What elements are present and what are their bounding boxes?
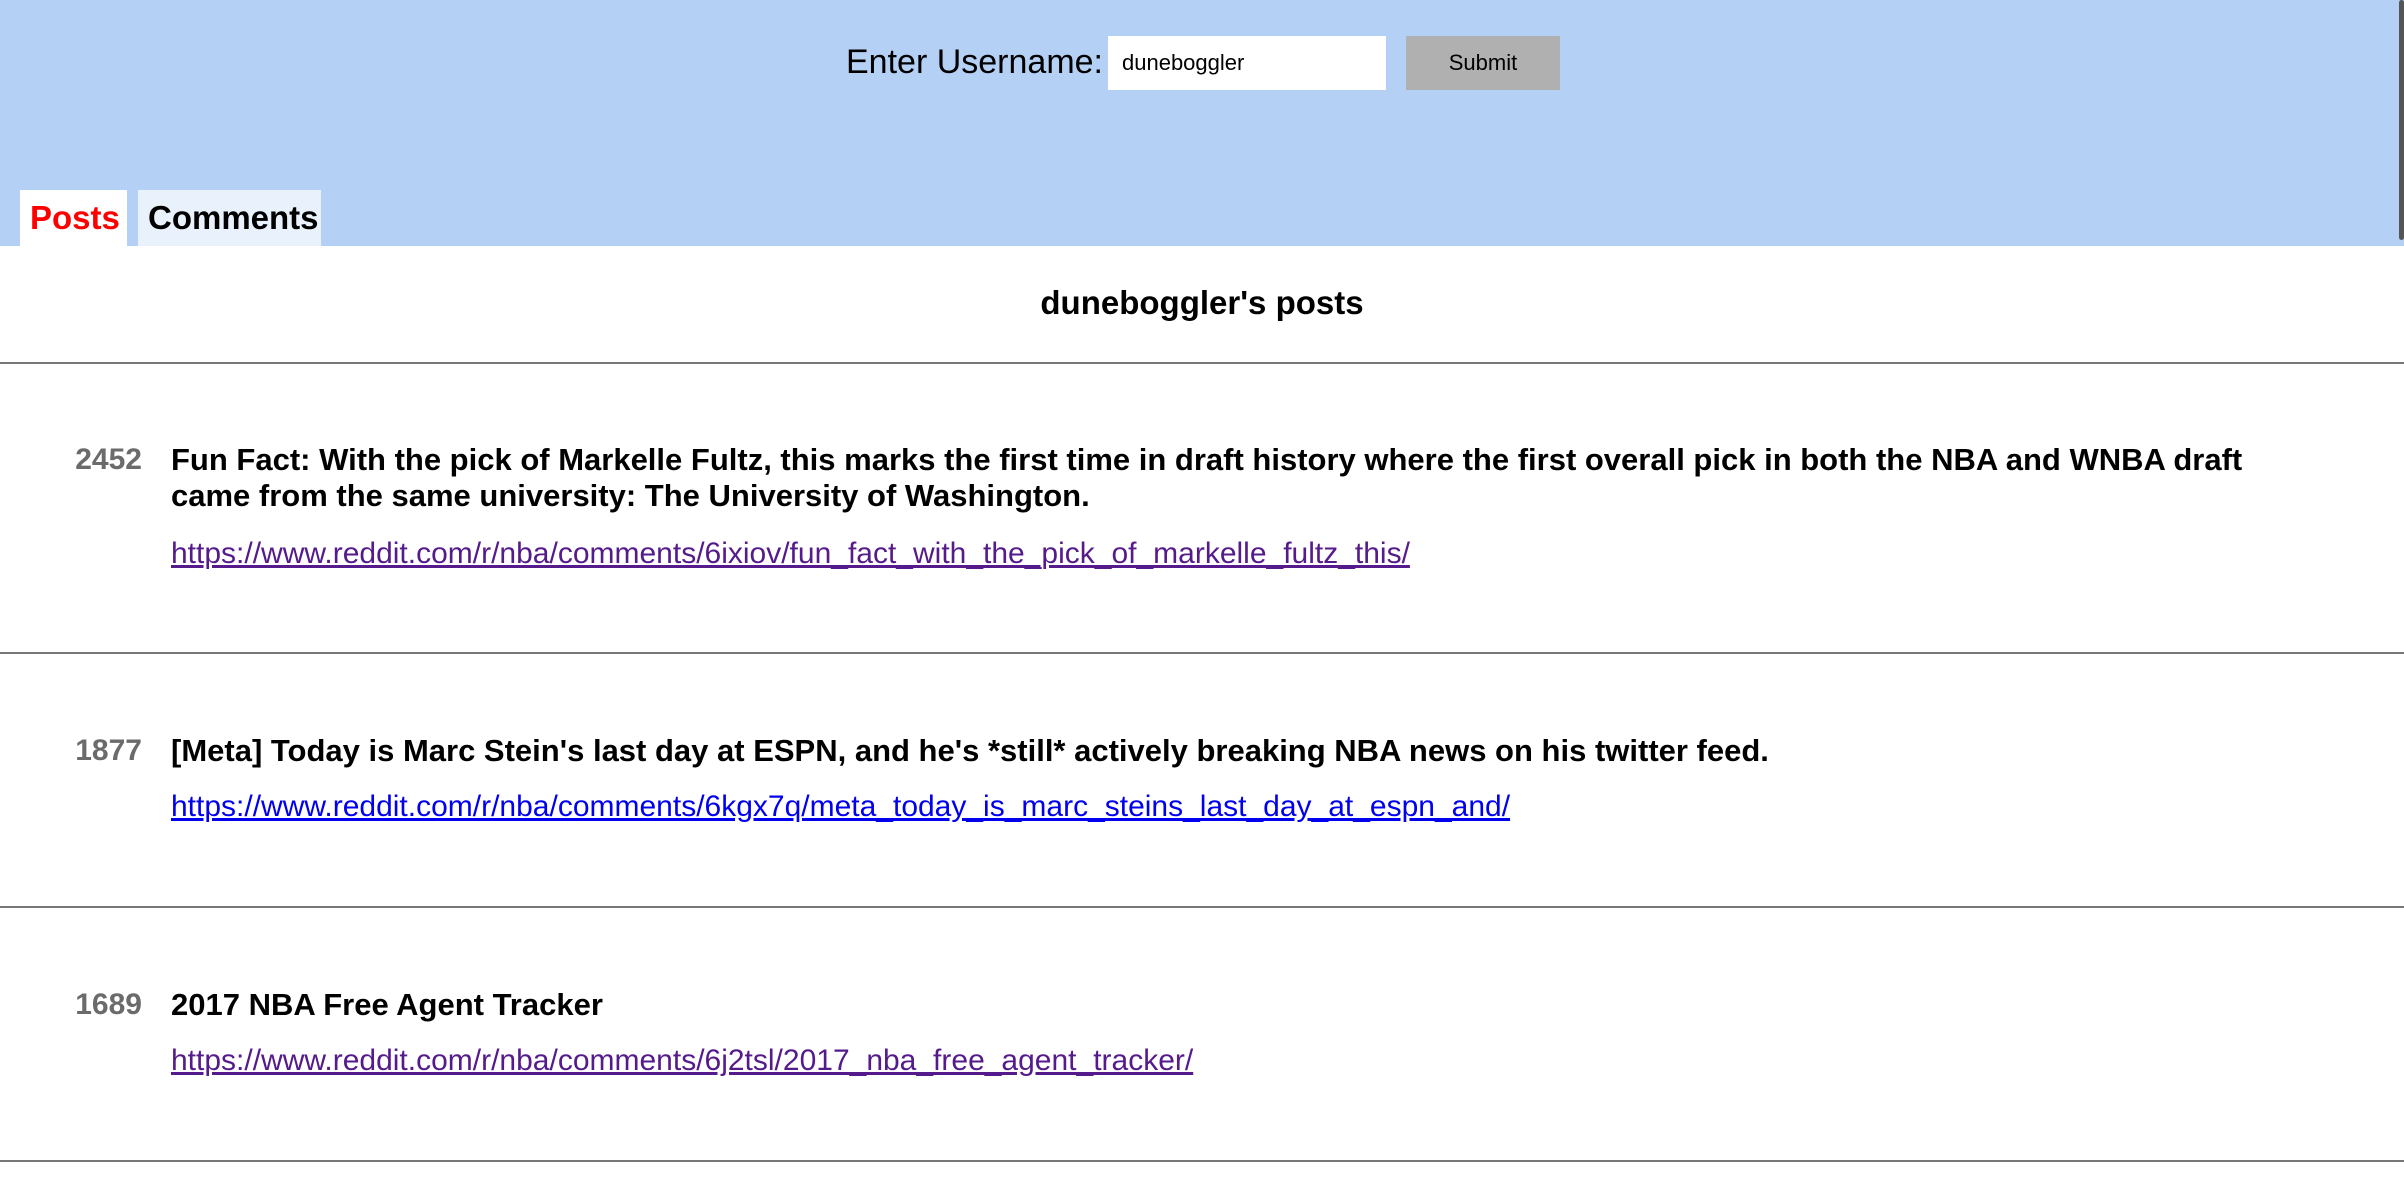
post-title: [Meta] Today is Marc Stein's last day at… (171, 733, 1769, 768)
divider (0, 362, 2404, 364)
post-link[interactable]: https://www.reddit.com/r/nba/comments/6j… (171, 1041, 1193, 1081)
tab-posts[interactable]: Posts (20, 190, 127, 246)
page-title: duneboggler's posts (1040, 284, 1364, 321)
post-title: 2017 NBA Free Agent Tracker (171, 987, 603, 1022)
post-title: Fun Fact: With the pick of Markelle Fult… (171, 442, 2243, 513)
post-score: 2452 (75, 443, 142, 476)
username-label: Enter Username: (846, 43, 1103, 81)
post-score: 1877 (75, 734, 142, 767)
divider (0, 906, 2404, 908)
post-link[interactable]: https://www.reddit.com/r/nba/comments/6i… (171, 534, 1410, 574)
divider (0, 1160, 2404, 1162)
divider (0, 652, 2404, 654)
scrollbar-thumb[interactable] (2399, 0, 2404, 240)
tab-comments[interactable]: Comments (138, 190, 321, 246)
post-link[interactable]: https://www.reddit.com/r/nba/comments/6k… (171, 787, 1510, 827)
submit-button[interactable]: Submit (1406, 36, 1560, 90)
post-score: 1689 (75, 988, 142, 1021)
header-bar: Enter Username: Submit Posts Comments (0, 0, 2404, 246)
username-input[interactable] (1108, 36, 1386, 90)
